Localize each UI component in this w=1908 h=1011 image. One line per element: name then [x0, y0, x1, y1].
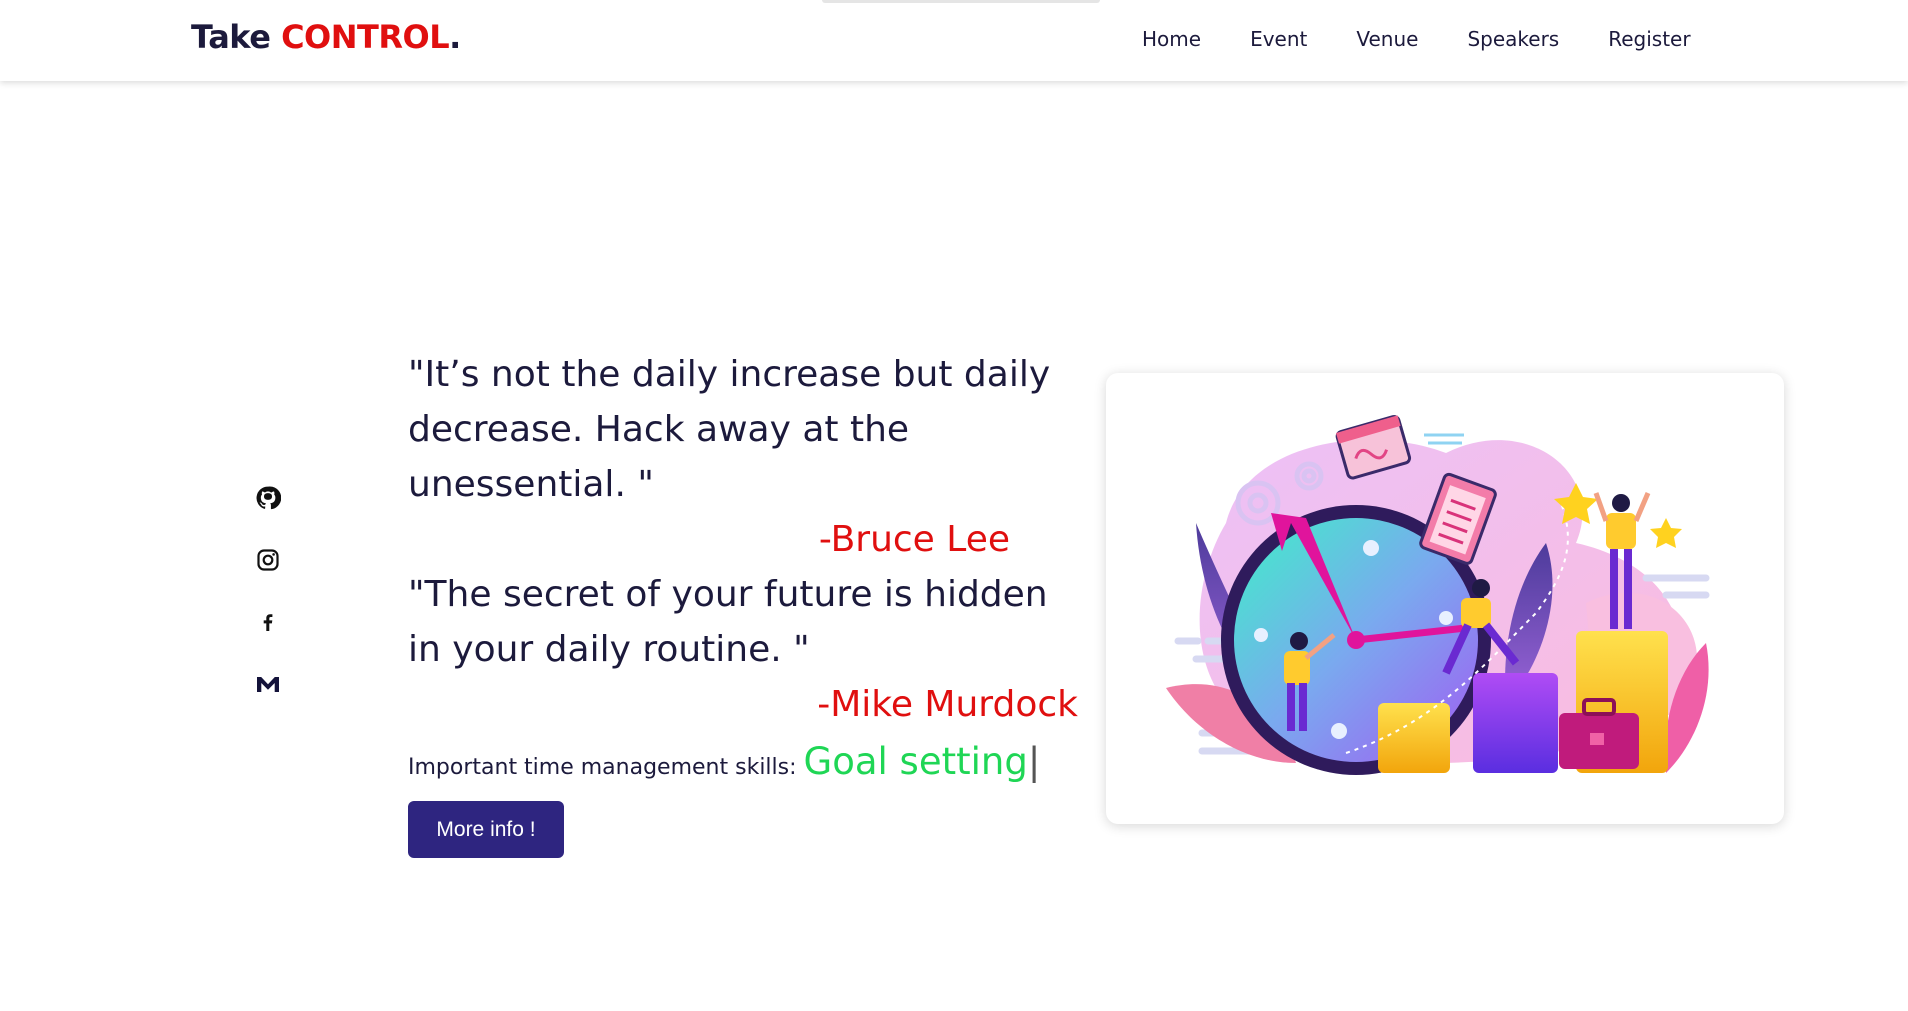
brand-accent: CONTROL	[281, 18, 450, 56]
nav-register[interactable]: Register	[1608, 27, 1690, 51]
brand-main: Take	[191, 18, 282, 56]
time-management-illustration	[1166, 415, 1710, 775]
nav-event[interactable]: Event	[1250, 27, 1307, 51]
gmail-icon[interactable]	[254, 670, 282, 698]
instagram-icon[interactable]	[254, 546, 282, 574]
social-links	[254, 484, 282, 732]
quote-bruce-lee: "It’s not the daily increase but daily d…	[408, 354, 1051, 505]
nav-speakers[interactable]: Speakers	[1467, 27, 1559, 51]
nav-venue[interactable]: Venue	[1356, 27, 1418, 51]
quote-mike-murdock: "The secret of your future is hidden in …	[408, 574, 1048, 670]
typing-caret: |	[1027, 740, 1041, 783]
author-bruce-lee: -Bruce Lee	[818, 519, 1010, 560]
skills-line: Important time management skills: Goal s…	[408, 734, 1088, 795]
facebook-icon[interactable]	[254, 608, 282, 636]
author-mike-murdock: -Mike Murdock	[817, 684, 1078, 725]
illustration-card	[1106, 373, 1784, 824]
skills-typed-text: Goal setting	[803, 740, 1028, 783]
nav-home[interactable]: Home	[1142, 27, 1201, 51]
navbar: Take CONTROL. Home Event Venue Speakers …	[0, 0, 1908, 81]
main-nav: Home Event Venue Speakers Register	[1142, 27, 1740, 51]
brand-dot: .	[449, 18, 461, 56]
hero-quotes: "It’s not the daily increase but daily d…	[408, 347, 1088, 858]
skills-label: Important time management skills:	[408, 755, 804, 780]
top-tab-indicator	[822, 0, 1100, 3]
more-info-button[interactable]: More info !	[408, 801, 564, 858]
github-icon[interactable]	[254, 484, 282, 512]
brand-logo[interactable]: Take CONTROL.	[191, 18, 461, 56]
